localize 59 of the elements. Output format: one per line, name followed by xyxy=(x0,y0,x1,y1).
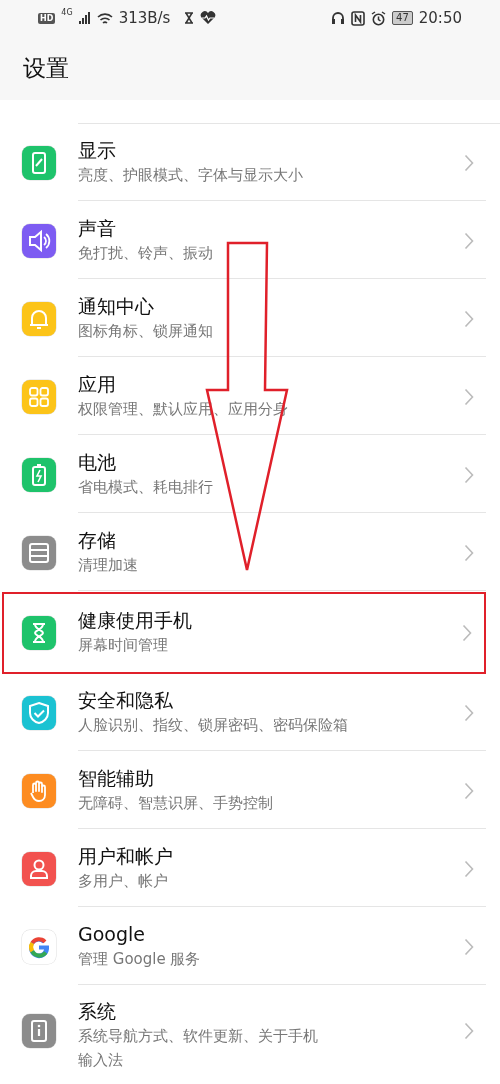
item-title: 智能辅助 xyxy=(78,765,154,791)
item-title: 健康使用手机 xyxy=(78,607,192,633)
chevron-icon xyxy=(464,543,474,562)
chevron-icon xyxy=(464,153,474,172)
alarm-icon xyxy=(371,10,387,26)
item-title: Google xyxy=(78,921,145,947)
clock: 20:50 xyxy=(418,9,462,27)
wifi-icon xyxy=(96,11,113,25)
chevron-icon xyxy=(464,465,474,484)
item-subtitle: 省电模式、耗电排行 xyxy=(78,476,213,498)
chevron-icon xyxy=(464,703,474,722)
item-subtitle: 屏幕时间管理 xyxy=(78,634,168,656)
settings-item[interactable]: 通知中心 图标角标、锁屏通知 xyxy=(0,280,500,358)
chevron-icon xyxy=(462,623,472,642)
item-title: 电池 xyxy=(78,449,116,475)
signal-icon xyxy=(78,12,91,24)
item-title: 应用 xyxy=(78,371,116,397)
settings-item[interactable]: 安全和隐私 人脸识别、指纹、锁屏密码、密码保险箱 xyxy=(0,674,500,752)
chevron-icon xyxy=(464,781,474,800)
item-title: 系统 xyxy=(78,998,116,1024)
item-subtitle: 无障碍、智慧识屏、手势控制 xyxy=(78,792,273,814)
item-subtitle: 人脸识别、指纹、锁屏密码、密码保险箱 xyxy=(78,714,348,736)
network-label: 4G xyxy=(61,8,73,17)
chevron-icon xyxy=(464,309,474,328)
chevron-icon xyxy=(464,1022,474,1040)
settings-item[interactable]: 声音 免打扰、铃声、振动 xyxy=(0,202,500,280)
item-subtitle: 多用户、帐户 xyxy=(78,870,168,892)
chevron-icon xyxy=(464,859,474,878)
hourglass-icon xyxy=(184,12,195,24)
settings-item[interactable]: 存储 清理加速 xyxy=(0,514,500,592)
item-subtitle: 管理 Google 服务 xyxy=(78,948,201,970)
item-subtitle: 图标角标、锁屏通知 xyxy=(78,320,213,342)
item-title: 通知中心 xyxy=(78,293,154,319)
chevron-icon xyxy=(464,231,474,250)
heart-icon xyxy=(200,11,217,25)
item-title: 用户和帐户 xyxy=(78,843,173,869)
item-subtitle: 系统导航方式、软件更新、关于手机输入法 xyxy=(78,1025,319,1071)
item-title: 声音 xyxy=(78,215,116,241)
item-subtitle: 亮度、护眼模式、字体与显示大小 xyxy=(78,164,303,186)
settings-item[interactable]: Google 管理 Google 服务 xyxy=(0,908,500,986)
headset-icon xyxy=(331,11,346,25)
nfc-icon xyxy=(351,10,366,26)
settings-item[interactable]: 电池 省电模式、耗电排行 xyxy=(0,436,500,514)
item-title: 安全和隐私 xyxy=(78,687,173,713)
settings-item[interactable]: 用户和帐户 多用户、帐户 xyxy=(0,830,500,908)
network-speed: 313B/s xyxy=(118,9,171,27)
item-title: 存储 xyxy=(78,527,116,553)
chevron-icon xyxy=(464,937,474,956)
page-title: 设置 xyxy=(23,54,69,83)
battery-level: 47 xyxy=(392,11,413,25)
highlighted-settings-item[interactable]: 健康使用手机 屏幕时间管理 xyxy=(2,592,486,674)
hd-badge: HD xyxy=(38,12,56,24)
settings-item[interactable]: 智能辅助 无障碍、智慧识屏、手势控制 xyxy=(0,752,500,830)
chevron-icon xyxy=(464,387,474,406)
settings-item[interactable]: 系统 系统导航方式、软件更新、关于手机输入法 xyxy=(0,986,500,1077)
settings-item[interactable]: 显示 亮度、护眼模式、字体与显示大小 xyxy=(0,124,500,202)
item-subtitle: 免打扰、铃声、振动 xyxy=(78,242,213,264)
item-title: 显示 xyxy=(78,137,116,163)
item-subtitle: 清理加速 xyxy=(78,554,138,576)
